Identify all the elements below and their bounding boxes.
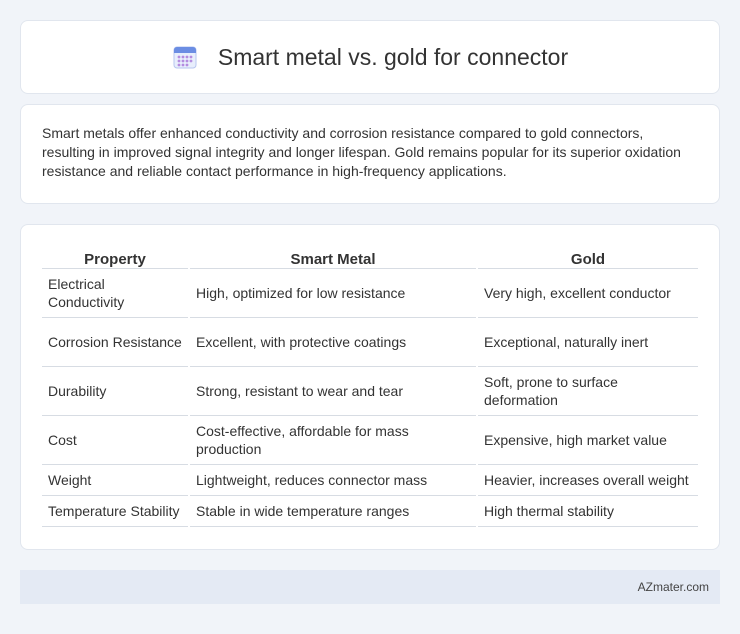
footer: AZmater.com [20,570,720,604]
gold-cell: Very high, excellent conductor [478,269,698,318]
property-cell: Corrosion Resistance [42,318,188,367]
smart-metal-cell: Cost-effective, affordable for mass prod… [190,416,476,465]
property-cell: Cost [42,416,188,465]
calendar-icon [172,44,198,70]
table-row: Weight Lightweight, reduces connector ma… [42,465,698,496]
smart-metal-cell: Lightweight, reduces connector mass [190,465,476,496]
title-card: Smart metal vs. gold for connector [20,20,720,94]
gold-cell: Exceptional, naturally inert [478,318,698,367]
gold-cell: Heavier, increases overall weight [478,465,698,496]
table-row: Corrosion Resistance Excellent, with pro… [42,318,698,367]
title-wrap: Smart metal vs. gold for connector [172,44,568,71]
header-property: Property [42,245,188,269]
table-row: Cost Cost-effective, affordable for mass… [42,416,698,465]
property-cell: Temperature Stability [42,496,188,527]
smart-metal-cell: Stable in wide temperature ranges [190,496,476,527]
header-gold: Gold [478,245,698,269]
property-cell: Weight [42,465,188,496]
table-row: Durability Strong, resistant to wear and… [42,367,698,416]
comparison-table: Property Smart Metal Gold Electrical Con… [40,245,700,527]
property-cell: Durability [42,367,188,416]
gold-cell: High thermal stability [478,496,698,527]
page-title: Smart metal vs. gold for connector [217,43,569,70]
header-smart-metal: Smart Metal [190,245,476,269]
summary-card: Smart metals offer enhanced conductivity… [20,104,720,204]
table-row: Electrical Conductivity High, optimized … [42,269,698,318]
gold-cell: Soft, prone to surface deformation [478,367,698,416]
table-header-row: Property Smart Metal Gold [42,245,698,269]
smart-metal-cell: Strong, resistant to wear and tear [190,367,476,416]
table-row: Temperature Stability Stable in wide tem… [42,496,698,527]
footer-source-text: AZmater.com [637,580,709,594]
property-cell: Electrical Conductivity [42,269,188,318]
summary-text: Smart metals offer enhanced conductivity… [42,125,681,179]
gold-cell: Expensive, high market value [478,416,698,465]
comparison-table-card: Property Smart Metal Gold Electrical Con… [20,224,720,550]
smart-metal-cell: Excellent, with protective coatings [190,318,476,367]
smart-metal-cell: High, optimized for low resistance [190,269,476,318]
